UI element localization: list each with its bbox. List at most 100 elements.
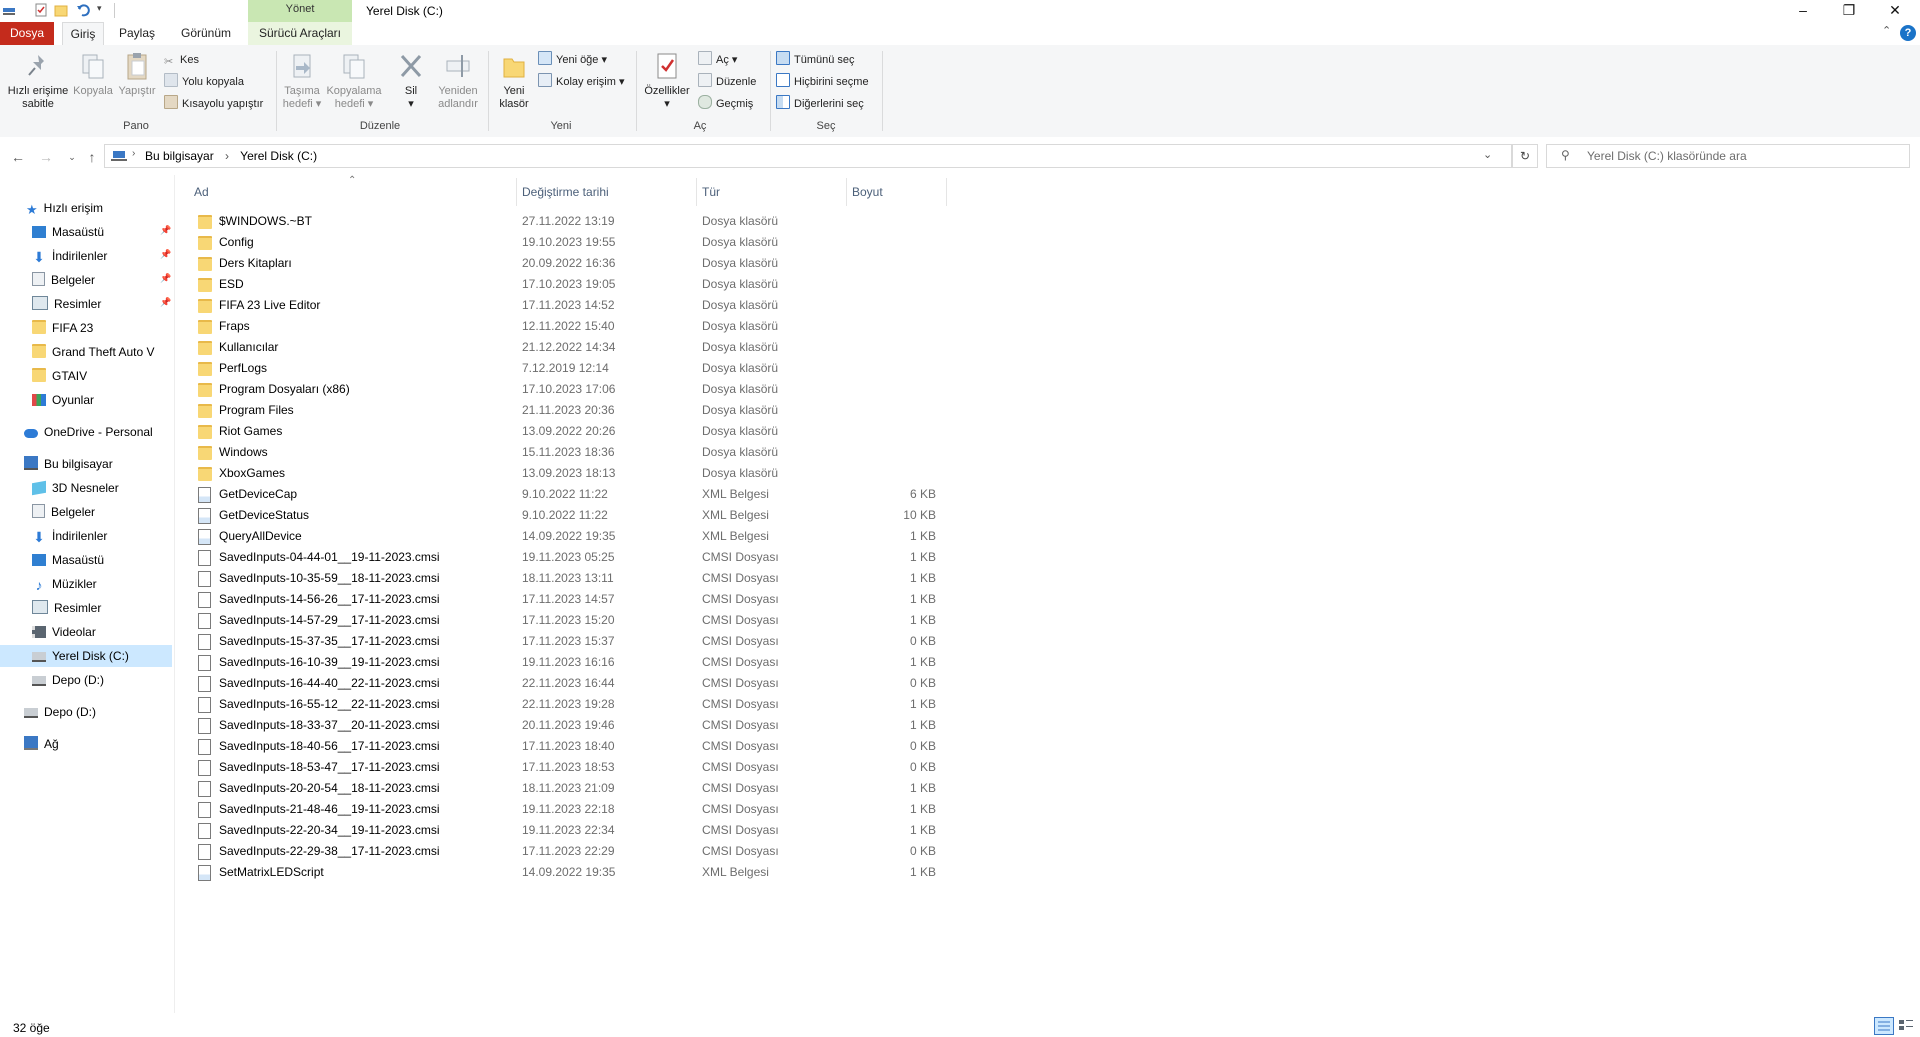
tab-drive-tools[interactable]: Sürücü Araçları (248, 22, 352, 45)
breadcrumb-chevron-icon[interactable]: › (225, 149, 229, 163)
nav-item-downloads[interactable]: ⬇ İndirilenler (32, 245, 107, 267)
nav-item-fifa23[interactable]: FIFA 23 (32, 317, 93, 339)
table-row[interactable]: SavedInputs-18-33-37__20-11-2023.cmsi 20.… (190, 715, 1120, 736)
table-row[interactable]: SavedInputs-16-10-39__19-11-2023.cmsi 19.… (190, 652, 1120, 673)
copy-button[interactable]: Kopyala (72, 51, 114, 98)
new-item-button[interactable]: Yeni öğe ▾ (538, 51, 607, 69)
table-row[interactable]: SavedInputs-16-55-12__22-11-2023.cmsi 22.… (190, 694, 1120, 715)
table-row[interactable]: SavedInputs-14-56-26__17-11-2023.cmsi 17.… (190, 589, 1120, 610)
nav-network[interactable]: Ağ (24, 733, 59, 755)
back-arrow-icon[interactable]: ← (10, 149, 26, 165)
invert-selection-button[interactable]: Diğerlerini seç (776, 95, 864, 113)
nav-onedrive[interactable]: OneDrive - Personal (24, 421, 153, 443)
column-header-name[interactable]: Ad (194, 185, 209, 199)
tab-home[interactable]: Giriş (62, 22, 104, 46)
select-none-button[interactable]: Hiçbirini seçme (776, 73, 869, 91)
nav-item-documents-pc[interactable]: Belgeler (32, 501, 95, 523)
table-row[interactable]: SavedInputs-14-57-29__17-11-2023.cmsi 17.… (190, 610, 1120, 631)
table-row[interactable]: SavedInputs-04-44-01__19-11-2023.cmsi 19.… (190, 547, 1120, 568)
table-row[interactable]: SavedInputs-22-20-34__19-11-2023.cmsi 19.… (190, 820, 1120, 841)
refresh-button[interactable]: ↻ (1512, 144, 1538, 168)
copy-to-button[interactable]: Kopyalama hedefi ▾ (326, 51, 382, 111)
cut-button[interactable]: ✂ Kes (164, 51, 199, 69)
move-to-button[interactable]: Taşıma hedefi ▾ (280, 51, 324, 111)
table-row[interactable]: GetDeviceStatus 9.10.2022 11:22 XML Belges… (190, 505, 1120, 526)
breadcrumb-chevron-icon[interactable]: › (132, 148, 135, 159)
table-row[interactable]: PerfLogs 7.12.2019 12:14 Dosya klasörü (190, 358, 1120, 379)
close-button[interactable]: ✕ (1872, 0, 1918, 22)
open-button[interactable]: Aç ▾ (698, 51, 737, 69)
table-row[interactable]: SavedInputs-15-37-35__17-11-2023.cmsi 17.… (190, 631, 1120, 652)
column-divider[interactable] (696, 178, 697, 206)
rename-button[interactable]: Yeniden adlandır (430, 51, 486, 111)
minimize-button[interactable]: – (1780, 0, 1826, 22)
table-row[interactable]: SetMatrixLEDScript 14.09.2022 19:35 XML Be… (190, 862, 1120, 883)
nav-item-downloads-pc[interactable]: ⬇ İndirilenler (32, 525, 107, 547)
nav-item-desktop-pc[interactable]: Masaüstü (32, 549, 104, 571)
pin-quick-access-button[interactable]: Hızlı erişime sabitle (6, 51, 70, 111)
nav-item-depo-d[interactable]: Depo (D:) (32, 669, 104, 691)
nav-item-desktop[interactable]: Masaüstü (32, 221, 104, 243)
nav-item-music[interactable]: ♪ Müzikler (32, 573, 97, 595)
table-row[interactable]: QueryAllDevice 14.09.2022 19:35 XML Belges… (190, 526, 1120, 547)
table-row[interactable]: GetDeviceCap 9.10.2022 11:22 XML Belgesi 6 … (190, 484, 1120, 505)
nav-item-pictures[interactable]: Resimler (32, 293, 101, 315)
table-row[interactable]: SavedInputs-18-40-56__17-11-2023.cmsi 17.… (190, 736, 1120, 757)
breadcrumb-this-pc[interactable]: Bu bilgisayar (145, 149, 214, 163)
customize-qat-icon[interactable]: ▾ (97, 3, 111, 17)
new-folder-quick-icon[interactable] (54, 3, 68, 17)
help-icon[interactable]: ? (1900, 25, 1916, 41)
nav-item-documents[interactable]: Belgeler (32, 269, 95, 291)
column-divider[interactable] (946, 178, 947, 206)
tab-share[interactable]: Paylaş (112, 22, 162, 45)
forward-arrow-icon[interactable]: → (38, 149, 54, 165)
details-view-icon[interactable] (1874, 1017, 1894, 1035)
table-row[interactable]: SavedInputs-18-53-47__17-11-2023.cmsi 17.… (190, 757, 1120, 778)
nav-item-3d-objects[interactable]: 3D Nesneler (32, 477, 119, 499)
table-row[interactable]: Ders Kitapları 20.09.2022 16:36 Dosya klas… (190, 253, 1120, 274)
table-row[interactable]: $WINDOWS.~BT 27.11.2022 13:19 Dosya klasör… (190, 211, 1120, 232)
nav-item-games[interactable]: Oyunlar (32, 389, 94, 411)
table-row[interactable]: SavedInputs-16-44-40__22-11-2023.cmsi 22.… (190, 673, 1120, 694)
table-row[interactable]: SavedInputs-22-29-38__17-11-2023.cmsi 17.… (190, 841, 1120, 862)
nav-item-videos[interactable]: Videolar (32, 621, 96, 643)
undo-icon[interactable] (76, 3, 90, 17)
table-row[interactable]: Program Dosyaları (x86) 17.10.2023 17:06 D… (190, 379, 1120, 400)
column-header-modified[interactable]: Değiştirme tarihi (522, 185, 609, 199)
large-icons-view-icon[interactable] (1898, 1018, 1914, 1032)
address-dropdown-icon[interactable]: ⌄ (1483, 148, 1492, 161)
table-row[interactable]: FIFA 23 Live Editor 17.11.2023 14:52 Dosya… (190, 295, 1120, 316)
table-row[interactable]: SavedInputs-20-20-54__18-11-2023.cmsi 18.… (190, 778, 1120, 799)
nav-depo-d[interactable]: Depo (D:) (24, 701, 96, 723)
address-bar[interactable]: › Bu bilgisayar › Yerel Disk (C:) ⌄ (104, 144, 1512, 168)
nav-item-gtaiv[interactable]: GTAIV (32, 365, 87, 387)
copy-path-button[interactable]: Yolu kopyala (164, 73, 244, 91)
properties-quick-icon[interactable] (34, 3, 48, 17)
collapse-ribbon-icon[interactable]: ⌃ (1882, 24, 1891, 37)
table-row[interactable]: Kullanıcılar 21.12.2022 14:34 Dosya klasör… (190, 337, 1120, 358)
table-row[interactable]: XboxGames 13.09.2023 18:13 Dosya klasörü (190, 463, 1120, 484)
table-row[interactable]: Program Files 21.11.2023 20:36 Dosya klasö… (190, 400, 1120, 421)
table-row[interactable]: ESD 17.10.2023 19:05 Dosya klasörü (190, 274, 1120, 295)
table-row[interactable]: SavedInputs-10-35-59__18-11-2023.cmsi 18.… (190, 568, 1120, 589)
column-divider[interactable] (516, 178, 517, 206)
table-row[interactable]: Config 19.10.2023 19:55 Dosya klasörü (190, 232, 1120, 253)
edit-button[interactable]: Düzenle (698, 73, 756, 91)
search-box[interactable]: ⚲ Yerel Disk (C:) klasöründe ara (1546, 144, 1910, 168)
table-row[interactable]: SavedInputs-21-48-46__19-11-2023.cmsi 19.… (190, 799, 1120, 820)
restore-button[interactable]: ❐ (1826, 0, 1872, 22)
easy-access-button[interactable]: Kolay erişim ▾ (538, 73, 624, 91)
nav-item-local-disk[interactable]: Yerel Disk (C:) (32, 645, 129, 667)
properties-button[interactable]: Özellikler ▾ (642, 51, 692, 111)
history-button[interactable]: Geçmiş (698, 95, 753, 113)
delete-button[interactable]: Sil ▾ (396, 51, 426, 111)
tab-view[interactable]: Görünüm (172, 22, 240, 45)
nav-item-gta5[interactable]: Grand Theft Auto V (32, 341, 155, 363)
nav-quick-access[interactable]: ★ Hızlı erişim (26, 197, 103, 219)
new-folder-button[interactable]: Yeni klasör (494, 51, 534, 111)
table-row[interactable]: Windows 15.11.2023 18:36 Dosya klasörü (190, 442, 1120, 463)
up-arrow-icon[interactable]: ↑ (84, 149, 100, 165)
column-header-size[interactable]: Boyut (852, 185, 883, 199)
recent-locations-chevron-icon[interactable]: ⌄ (64, 149, 80, 165)
table-row[interactable]: Riot Games 13.09.2022 20:26 Dosya klasörü (190, 421, 1120, 442)
